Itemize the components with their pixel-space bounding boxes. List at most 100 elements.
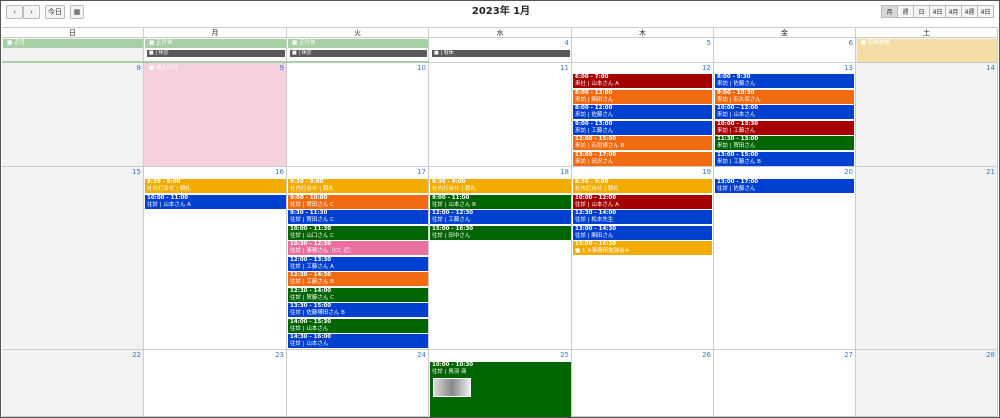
- day-number: 28: [986, 351, 995, 359]
- day-cell[interactable]: 27: [714, 350, 856, 417]
- view-4week-button[interactable]: 4週: [961, 5, 978, 18]
- view-4month-button[interactable]: 4月: [945, 5, 962, 18]
- allday-event[interactable]: ■ 成人の日: [145, 64, 265, 73]
- calendar-event[interactable]: 12:30 - 14:00 往診 | 賀藤さん C: [288, 287, 428, 302]
- calendar-event[interactable]: 9:30 - 11:30 往診 | 賀田さん C: [288, 210, 428, 224]
- weekday-header-thu: 木: [572, 27, 714, 38]
- calendar-event[interactable]: 12:00 - 13:30 往診 | 工藤さん A: [288, 256, 428, 271]
- month-title: 2023年 1月: [471, 6, 531, 17]
- calendar-event[interactable]: 10:00 - 12:00 往診 | 山本さん A: [573, 194, 712, 209]
- calendar-event[interactable]: 9:00 - 10:00 往診 | 賀田さん C: [288, 194, 428, 209]
- calendar-event[interactable]: 8:30 - 9:00 社内打合せ | 朝礼: [145, 179, 286, 193]
- calendar-event[interactable]: 10:00 - 10:30 往診 | 鳥羽 商: [430, 362, 571, 417]
- event-title: 来訪 | 山本さん: [717, 112, 756, 118]
- calendar-event[interactable]: 10:00 - 11:30 往診 | 山口さん C: [288, 225, 428, 240]
- event-time: 10:00 - 10:30: [432, 362, 474, 368]
- day-cell[interactable]: 14: [856, 63, 998, 167]
- day-cell[interactable]: 28: [856, 350, 998, 417]
- calendar-event[interactable]: 14:30 - 16:00 往診 | 山本さん: [288, 334, 428, 348]
- calendar-bar-event[interactable]: ■ | 休診: [290, 50, 427, 57]
- day-number: 22: [132, 351, 141, 359]
- allday-event[interactable]: ■ 正月休: [145, 39, 286, 48]
- calendar-event[interactable]: 9:00 - 11:00 往診 | 山本さん B: [430, 194, 571, 209]
- calendar-event[interactable]: 9:00 - 10:30 来訪 | 石久保さん: [715, 89, 854, 104]
- allday-event[interactable]: ■ 正月休: [288, 39, 428, 48]
- allday-event[interactable]: ■ 正月: [3, 39, 143, 48]
- calendar-event[interactable]: 12:30 - 14:30 往診 | 工藤さん B: [288, 272, 428, 286]
- day-cell[interactable]: 22: [2, 350, 144, 417]
- calendar-event[interactable]: 11:30 - 13:00 来訪 | 賀田さん: [715, 136, 854, 150]
- allday-event[interactable]: ■ 有休申請: [857, 39, 997, 62]
- day-number: 13: [844, 64, 853, 72]
- day-cell[interactable]: 8: [2, 63, 144, 167]
- day-cell[interactable]: 26: [572, 350, 714, 417]
- event-time: 14:00 - 15:30: [290, 318, 332, 325]
- day-number: 9: [279, 64, 284, 72]
- calendar-event[interactable]: 15:00 - 16:30 往診 | 田中さん: [430, 225, 571, 240]
- calendar-event[interactable]: 15:00 - 16:30 ■ 1 ※事務所勉強会※: [573, 241, 712, 255]
- prev-month-button[interactable]: ‹: [6, 5, 23, 19]
- event-title: 往診 | 山口さん C: [290, 232, 334, 239]
- event-title: 往診 | 山本さん: [290, 341, 329, 347]
- calendar-event[interactable]: 6:00 - 7:00 来社 | 山本さん A: [573, 74, 712, 88]
- calendar-event[interactable]: 12:30 - 14:00 往診 | 松本先生: [573, 210, 712, 224]
- event-time: 15:00 - 16:30: [575, 241, 617, 247]
- event-title: 来訪 | 関田さん: [575, 96, 614, 103]
- calendar-event[interactable]: 12:00 - 12:30 往診 | 工藤さん: [430, 210, 571, 224]
- day-cell[interactable]: 10: [287, 63, 429, 167]
- day-cell[interactable]: 11: [429, 63, 572, 167]
- calendar-event[interactable]: 8:00 - 9:30 来訪 | 佐藤さん: [715, 74, 854, 88]
- calendar-bar-event[interactable]: ■ | 有休: [432, 50, 570, 57]
- day-cell[interactable]: 15: [2, 167, 144, 350]
- event-title: 来訪 | 工藤さん: [575, 127, 614, 134]
- day-cell[interactable]: 21: [856, 167, 998, 350]
- event-time: 13:00 - 14:30: [575, 225, 617, 232]
- calendar-event[interactable]: 10:00 - 12:00 来訪 | 山本さん: [715, 105, 854, 119]
- day-cell[interactable]: 9: [144, 63, 287, 167]
- weekday-header-wed: 水: [429, 27, 572, 38]
- calendar-event[interactable]: 12:00 - 15:00 来訪 | 石垣様さん B: [573, 136, 712, 150]
- day-cell[interactable]: 6: [714, 38, 856, 63]
- calendar-event[interactable]: 8:00 - 12:00 来訪 | 関田さん: [573, 89, 712, 104]
- date-picker-button[interactable]: ▦: [70, 5, 84, 19]
- calendar-event[interactable]: 9:00 - 13:00 来訪 | 工藤さん: [573, 120, 712, 135]
- event-title: 社内打合せ | 朝礼: [147, 186, 191, 192]
- view-4day-alt-button[interactable]: 4日: [977, 5, 994, 18]
- calendar-event[interactable]: 8:30 - 9:00 社内打合せ | 朝礼: [573, 179, 712, 193]
- view-day-button[interactable]: 日: [913, 5, 930, 18]
- calendar-event[interactable]: 8:30 - 9:00 社内打合せ | 朝礼: [288, 179, 428, 193]
- day-number: 25: [560, 351, 569, 359]
- calendar-event[interactable]: 13:30 - 15:00 往診 | 佐藤博田さん B: [288, 303, 428, 317]
- calendar-event[interactable]: 8:30 - 9:00 社内打合せ | 朝礼: [430, 179, 571, 193]
- calendar-event[interactable]: 14:00 - 15:30 往診 | 山本さん: [288, 318, 428, 333]
- event-time: 12:30 - 14:30: [290, 272, 332, 278]
- day-cell[interactable]: 5: [572, 38, 714, 63]
- event-time: 13:00 - 15:00: [717, 151, 759, 158]
- event-title: 社内打合せ | 朝礼: [575, 186, 619, 192]
- event-time: 14:30 - 16:00: [290, 334, 332, 340]
- calendar-event[interactable]: 10:30 - 12:30 往診 | 事務さん（CC 近）: [288, 241, 428, 255]
- calendar-event[interactable]: 13:00 - 17:00 来訪 | 田沢さん: [573, 151, 712, 166]
- day-cell[interactable]: 24: [287, 350, 429, 417]
- event-title: 往診 | 工藤さん B: [290, 279, 334, 285]
- view-4day-button[interactable]: 4日: [929, 5, 946, 18]
- calendar-event[interactable]: 10:00 - 13:30 来訪 | 工藤さん: [715, 120, 854, 135]
- view-month-button[interactable]: 月: [881, 5, 898, 18]
- day-cell[interactable]: 20: [714, 167, 856, 350]
- view-week-button[interactable]: 週: [897, 5, 914, 18]
- day-cell[interactable]: 23: [144, 350, 287, 417]
- calendar-event[interactable]: 10:00 - 11:00 往診 | 山本さん A: [145, 194, 286, 209]
- calendar-bar-event[interactable]: ■ | 休診: [147, 50, 285, 57]
- event-time: 9:00 - 11:00: [432, 194, 470, 201]
- calendar-event[interactable]: 8:00 - 12:00 来訪 | 佐藤さん: [573, 105, 712, 119]
- day-number: 15: [132, 168, 141, 176]
- event-title: 往診 | 関田さん: [575, 232, 614, 239]
- event-time: 15:00 - 16:30: [432, 225, 474, 232]
- event-title: 来訪 | 田沢さん: [575, 158, 614, 165]
- calendar-event[interactable]: 13:00 - 17:00 往診 | 佐藤さん: [715, 179, 854, 193]
- today-button[interactable]: 今日: [45, 5, 65, 19]
- next-month-button[interactable]: ›: [23, 5, 40, 19]
- calendar-event[interactable]: 13:00 - 15:00 来訪 | 工藤さん B: [715, 151, 854, 166]
- event-title: 往診 | 山本さん: [290, 325, 329, 332]
- calendar-event[interactable]: 13:00 - 14:30 往診 | 関田さん: [573, 225, 712, 240]
